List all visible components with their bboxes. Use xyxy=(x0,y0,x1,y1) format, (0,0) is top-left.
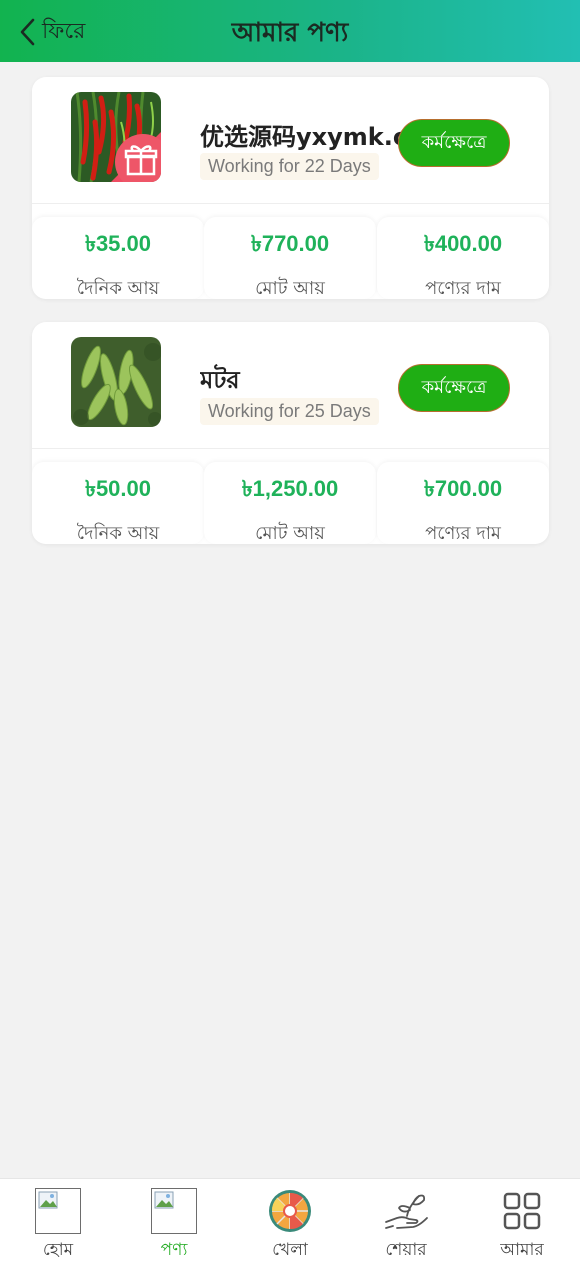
go-to-field-button[interactable]: কর্মক্ষেত্রে xyxy=(398,119,510,167)
stat-total-income: ৳770.00 মোট আয় xyxy=(204,217,376,299)
stat-daily-income: ৳50.00 দৈনিক আয় xyxy=(32,462,204,544)
broken-image-icon xyxy=(151,1188,197,1234)
stat-label: পণ্যের দাম xyxy=(425,523,501,544)
product-stats: ৳35.00 দৈনিক আয় ৳770.00 মোট আয় ৳400.00… xyxy=(32,217,549,299)
tab-home[interactable]: হোম xyxy=(0,1179,116,1268)
app-header: ফিরে আমার পণ্য xyxy=(0,0,580,62)
tab-share[interactable]: শেয়ার xyxy=(348,1179,464,1268)
stat-value: ৳35.00 xyxy=(84,231,151,256)
gift-icon xyxy=(124,145,158,176)
stat-value: ৳50.00 xyxy=(84,476,151,501)
stat-value: ৳770.00 xyxy=(250,231,330,256)
stat-product-price: ৳700.00 পণ্যের দাম xyxy=(377,462,549,544)
bottom-tab-bar: হোম পণ্য খেলা শেয়ার আমার xyxy=(0,1178,580,1268)
plant-hand-icon xyxy=(385,1194,428,1229)
tab-label: হোম xyxy=(42,1240,74,1260)
working-days-badge: Working for 25 Days xyxy=(200,398,379,425)
stat-total-income: ৳1,250.00 মোট আয় xyxy=(204,462,376,544)
divider xyxy=(32,448,549,449)
grid-icon xyxy=(503,1192,541,1230)
prize-wheel-icon xyxy=(269,1190,311,1232)
stat-product-price: ৳400.00 পণ্যের দাম xyxy=(377,217,549,299)
product-name: 优选源码yxymk.com xyxy=(200,123,410,151)
product-name: মটর xyxy=(200,366,240,394)
tab-label: খেলা xyxy=(272,1240,308,1260)
product-card: 优选源码yxymk.com Working for 22 Days কর্মক্… xyxy=(32,77,549,299)
page-title: আমার পণ্য xyxy=(231,18,349,48)
stat-value: ৳400.00 xyxy=(423,231,503,256)
stat-daily-income: ৳35.00 দৈনিক আয় xyxy=(32,217,204,299)
pea-pods-image xyxy=(71,337,161,427)
chili-pepper-image xyxy=(71,92,161,182)
stat-label: পণ্যের দাম xyxy=(425,278,501,299)
tab-products[interactable]: পণ্য xyxy=(116,1179,232,1268)
tab-game[interactable]: খেলা xyxy=(232,1179,348,1268)
divider xyxy=(32,203,549,204)
product-stats: ৳50.00 দৈনিক আয় ৳1,250.00 মোট আয় ৳700.… xyxy=(32,462,549,544)
product-card: মটর Working for 25 Days কর্মক্ষেত্রে ৳50… xyxy=(32,322,549,544)
stat-value: ৳1,250.00 xyxy=(241,476,339,501)
go-to-field-button[interactable]: কর্মক্ষেত্রে xyxy=(398,364,510,412)
tab-label: শেয়ার xyxy=(385,1240,427,1260)
stat-label: মোট আয় xyxy=(255,278,325,299)
stat-label: দৈনিক আয় xyxy=(76,278,160,299)
stat-value: ৳700.00 xyxy=(423,476,503,501)
stat-label: মোট আয় xyxy=(255,523,325,544)
tab-mine[interactable]: আমার xyxy=(464,1179,580,1268)
broken-image-icon xyxy=(35,1188,81,1234)
tab-label: পণ্য xyxy=(160,1240,188,1260)
tab-label: আমার xyxy=(500,1240,544,1260)
stat-label: দৈনিক আয় xyxy=(76,523,160,544)
working-days-badge: Working for 22 Days xyxy=(200,153,379,180)
